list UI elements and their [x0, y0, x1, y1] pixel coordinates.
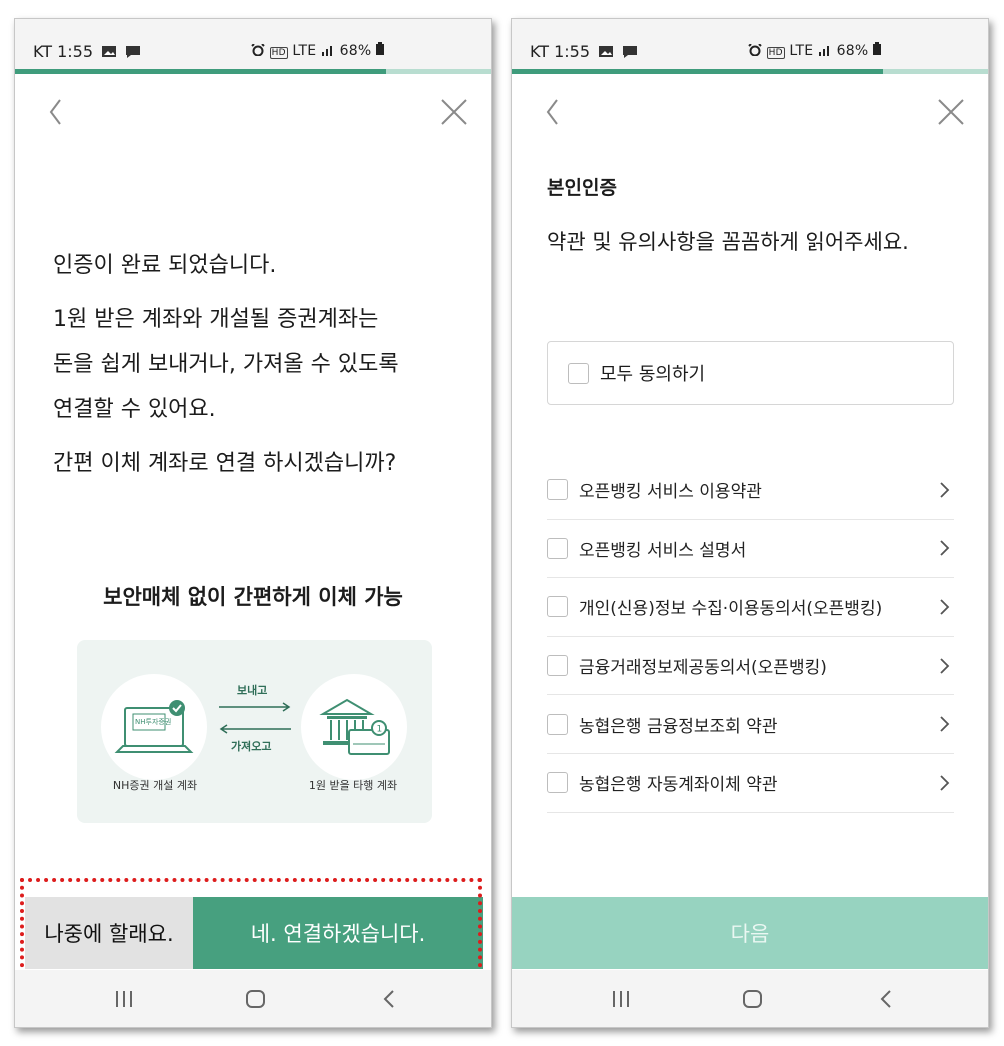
term-label: 금융거래정보제공동의서(오픈뱅킹): [579, 658, 827, 679]
gallery-icon: [599, 46, 614, 57]
target-account-caption: 1원 받을 타행 계좌: [308, 779, 398, 792]
page-subtitle: 약관 및 유의사항을 꼼꼼하게 읽어주세요.: [547, 230, 909, 254]
completion-message: 인증이 완료 되었습니다.: [53, 253, 277, 278]
svg-text:NH투자증권: NH투자증권: [135, 717, 171, 726]
bank-icon: 1: [319, 698, 390, 755]
home-icon[interactable]: [244, 988, 268, 1010]
term-item[interactable]: 농협은행 자동계좌이체 약관: [547, 754, 954, 813]
progress-bar: [512, 69, 988, 74]
hd-icon: HD: [766, 47, 785, 59]
bank-circle: 1: [301, 674, 407, 780]
terms-list: 오픈뱅킹 서비스 이용약관 오픈뱅킹 서비스 설명서 개인(신용)정보 수집·이…: [547, 461, 954, 813]
term-item[interactable]: 금융거래정보제공동의서(오픈뱅킹): [547, 637, 954, 696]
back-icon[interactable]: [540, 97, 570, 127]
status-indicators: HD LTE 68%: [748, 42, 881, 59]
explanation-line-2: 돈을 쉽게 보내거나, 가져올 수 있도록: [53, 352, 399, 377]
alarm-icon: [748, 44, 762, 56]
next-button[interactable]: 다음: [512, 897, 988, 969]
term-item[interactable]: 농협은행 금융정보조회 약관: [547, 695, 954, 754]
term-label: 오픈뱅킹 서비스 설명서: [579, 540, 747, 561]
term-checkbox[interactable]: [547, 596, 568, 618]
chevron-right-icon[interactable]: [938, 598, 950, 616]
close-icon[interactable]: [439, 97, 469, 127]
connect-button[interactable]: 네. 연결하겠습니다.: [193, 897, 483, 969]
term-label: 오픈뱅킹 서비스 이용약관: [579, 482, 762, 503]
term-checkbox[interactable]: [547, 655, 568, 677]
back-icon[interactable]: [43, 97, 73, 127]
nav-back-icon[interactable]: [875, 988, 899, 1010]
transfer-illustration: NH투자증권 1 보내고 가져오고 NH증권 개설 계좌 1원 받을 타행 계좌: [77, 640, 432, 823]
battery-icon: [375, 42, 384, 55]
status-carrier-time: KT 1:55: [530, 42, 638, 61]
chevron-right-icon[interactable]: [938, 774, 950, 792]
signal-icon: [818, 46, 829, 56]
benefit-heading: 보안매체 없이 간편하게 이체 가능: [103, 585, 403, 609]
later-button[interactable]: 나중에 할래요.: [25, 897, 193, 969]
laptop-icon: NH투자증권: [114, 700, 194, 753]
term-item[interactable]: 오픈뱅킹 서비스 설명서: [547, 520, 954, 579]
term-checkbox[interactable]: [547, 713, 568, 735]
receive-label: 가져오고: [231, 740, 272, 753]
phone-screen-link-account: KT 1:55 HD LTE 68% 인증이 완료 되었습니다. 1원 받은 계…: [14, 18, 492, 1028]
explanation-line-3: 연결할 수 있어요.: [53, 397, 216, 422]
system-nav-bar: [15, 970, 491, 1027]
close-icon[interactable]: [936, 97, 966, 127]
chevron-right-icon[interactable]: [938, 539, 950, 557]
term-checkbox[interactable]: [547, 537, 568, 559]
status-bar: KT 1:55 HD LTE 68%: [15, 19, 491, 71]
home-icon[interactable]: [741, 988, 765, 1010]
message-icon: [126, 46, 141, 58]
signal-icon: [321, 46, 332, 56]
status-carrier-time: KT 1:55: [33, 42, 141, 61]
send-arrow-icon: [219, 702, 291, 712]
agree-all-box[interactable]: 모두 동의하기: [547, 341, 954, 405]
connect-question: 간편 이체 계좌로 연결 하시겠습니까?: [53, 451, 397, 476]
laptop-circle: NH투자증권: [101, 674, 207, 780]
send-label: 보내고: [237, 684, 268, 697]
battery-icon: [872, 42, 881, 55]
recents-icon[interactable]: [609, 988, 633, 1010]
term-label: 농협은행 금융정보조회 약관: [579, 716, 778, 737]
progress-bar: [15, 69, 491, 74]
explanation-line-1: 1원 받은 계좌와 개설될 증권계좌는: [53, 307, 379, 332]
message-icon: [623, 46, 638, 58]
svg-text:1: 1: [377, 725, 383, 735]
source-account-caption: NH증권 개설 계좌: [112, 779, 198, 792]
term-label: 농협은행 자동계좌이체 약관: [579, 775, 778, 796]
term-item[interactable]: 오픈뱅킹 서비스 이용약관: [547, 461, 954, 520]
gallery-icon: [102, 46, 117, 57]
system-nav-bar: [512, 970, 988, 1027]
chevron-right-icon[interactable]: [938, 657, 950, 675]
recents-icon[interactable]: [112, 988, 136, 1010]
term-checkbox[interactable]: [547, 479, 568, 501]
hd-icon: HD: [269, 47, 288, 59]
receive-arrow-icon: [219, 724, 291, 734]
nav-back-icon[interactable]: [378, 988, 402, 1010]
alarm-icon: [251, 44, 265, 56]
phone-screen-terms: KT 1:55 HD LTE 68% 본인인증 약관 및 유의사항을 꼼꼼하게 …: [511, 18, 989, 1028]
term-item[interactable]: 개인(신용)정보 수집·이용동의서(오픈뱅킹): [547, 578, 954, 637]
agree-all-label: 모두 동의하기: [600, 364, 706, 385]
status-bar: KT 1:55 HD LTE 68%: [512, 19, 988, 71]
page-title: 본인인증: [547, 177, 617, 199]
action-buttons: 나중에 할래요. 네. 연결하겠습니다.: [25, 897, 483, 969]
term-checkbox[interactable]: [547, 772, 568, 794]
term-label: 개인(신용)정보 수집·이용동의서(오픈뱅킹): [579, 599, 883, 620]
agree-all-checkbox[interactable]: [568, 362, 589, 384]
status-indicators: HD LTE 68%: [251, 42, 384, 59]
chevron-right-icon[interactable]: [938, 715, 950, 733]
chevron-right-icon[interactable]: [938, 481, 950, 499]
